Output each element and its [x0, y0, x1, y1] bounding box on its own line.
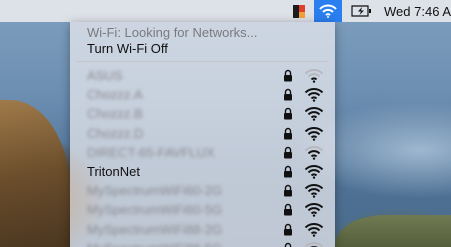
lock-icon: [284, 89, 292, 101]
lock-icon: [284, 127, 292, 140]
lock-icon: [284, 165, 292, 178]
wifi-icon-glyph: [319, 4, 337, 18]
network-item[interactable]: DIRECT-65-FAVFLUX: [70, 144, 335, 161]
wifi-status-label: Wi-Fi: Looking for Networks...: [87, 25, 258, 40]
app-logo-icon[interactable]: [290, 2, 308, 20]
network-item[interactable]: TritonNet: [70, 163, 335, 180]
wifi-signal-icon: [304, 107, 324, 122]
lock-icon: [284, 185, 292, 197]
network-name: ASUS: [87, 68, 123, 83]
lock-icon: [284, 69, 292, 82]
lock-icon: [284, 242, 292, 247]
wifi-signal-icon: [304, 145, 324, 160]
lock-icon: [284, 223, 292, 236]
wifi-menu: Wi-Fi: Looking for Networks... Turn Wi-F…: [70, 22, 335, 247]
wifi-signal-icon: [304, 203, 324, 218]
network-name: Chozzz.D: [87, 125, 144, 141]
lock-icon: [284, 108, 292, 120]
lock-icon: [284, 146, 292, 159]
lock-icon: [284, 204, 292, 216]
network-name: TritonNet: [87, 164, 140, 179]
network-item[interactable]: Chozzz.B: [70, 105, 335, 122]
battery-charging-icon[interactable]: [350, 0, 372, 22]
wifi-icon[interactable]: [314, 0, 343, 22]
network-name: DIRECT-65-FAVFLUX: [87, 144, 215, 160]
network-name: Chozzz.A: [87, 87, 143, 103]
network-item[interactable]: ASUS: [70, 67, 335, 84]
wifi-signal-icon: [304, 69, 324, 83]
network-item[interactable]: MySpectrumWiFi60-2G: [70, 182, 335, 199]
wifi-signal-icon: [304, 88, 324, 102]
network-name: MySpectrumWiFi88-2G: [87, 221, 223, 237]
menu-bar: Wed 7:46 A: [0, 0, 451, 22]
wifi-signal-icon: [304, 165, 324, 179]
wifi-signal-icon: [304, 126, 324, 141]
network-name: MySpectrumWiFi60-5G: [87, 202, 223, 218]
network-name: MySpectrumWiFi88-5G: [87, 240, 222, 247]
wifi-signal-icon: [304, 241, 324, 247]
network-item[interactable]: MySpectrumWiFi88-2G: [70, 221, 335, 238]
network-name: Chozzz.B: [87, 106, 143, 122]
menubar-clock[interactable]: Wed 7:46 A: [384, 4, 451, 19]
network-item[interactable]: Chozzz.D: [70, 125, 335, 142]
network-item[interactable]: MySpectrumWiFi60-5G: [70, 201, 335, 218]
network-name: MySpectrumWiFi60-2G: [87, 183, 223, 199]
network-item[interactable]: MySpectrumWiFi88-5G: [70, 240, 335, 247]
menu-separator: [76, 61, 329, 62]
turn-wifi-off-item[interactable]: Turn Wi-Fi Off: [70, 40, 335, 57]
network-item[interactable]: Chozzz.A: [70, 86, 335, 103]
wifi-signal-icon: [304, 184, 324, 198]
wifi-signal-icon: [304, 222, 324, 237]
